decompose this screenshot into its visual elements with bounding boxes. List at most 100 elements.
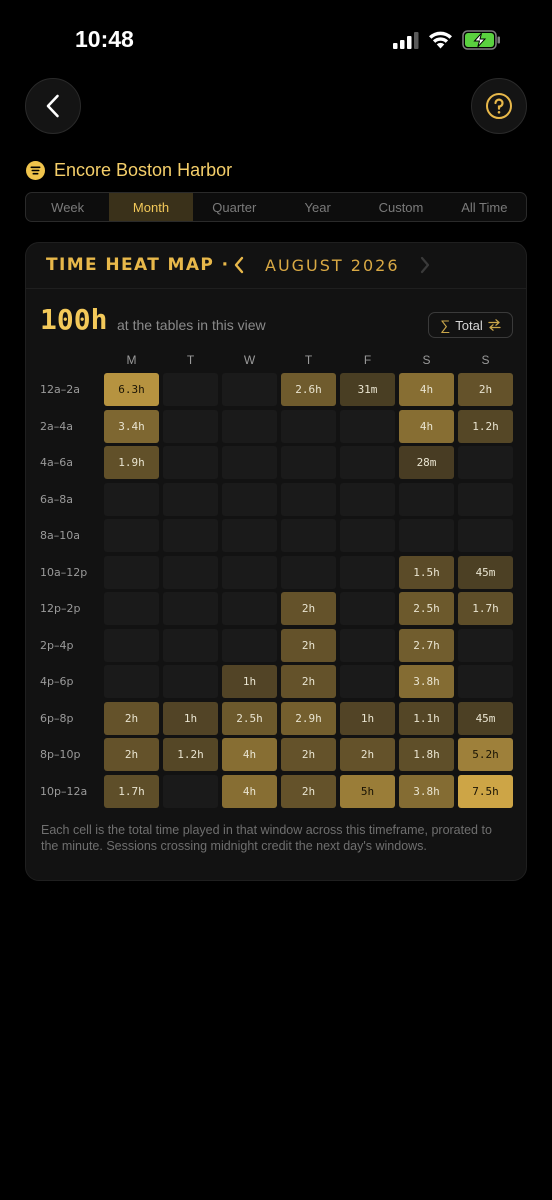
segment-month[interactable]: Month: [109, 193, 193, 221]
heatmap-cell[interactable]: [340, 409, 395, 443]
heatmap-cell[interactable]: [163, 519, 218, 552]
heatmap-cell[interactable]: [222, 373, 277, 406]
heatmap-cell[interactable]: 1.7h: [104, 774, 159, 808]
heatmap-cell[interactable]: [163, 774, 218, 808]
heatmap-cell[interactable]: [222, 446, 277, 479]
heatmap-cell[interactable]: [163, 446, 218, 479]
heatmap-cell[interactable]: [340, 592, 395, 625]
heatmap-cell[interactable]: [104, 482, 159, 516]
time-window-label: 6a–8a: [40, 492, 73, 506]
heatmap-cell[interactable]: [399, 482, 454, 516]
heatmap-cell[interactable]: [340, 555, 395, 589]
heatmap-cell[interactable]: [281, 409, 336, 443]
heatmap-cell[interactable]: 2h: [281, 665, 336, 698]
heatmap-cell[interactable]: 2.5h: [399, 592, 454, 625]
heatmap-cell[interactable]: 45m: [458, 701, 513, 735]
heatmap-cell[interactable]: 45m: [458, 555, 513, 589]
heatmap-cell[interactable]: 5.2h: [458, 738, 513, 771]
heatmap-cell[interactable]: 2h: [281, 628, 336, 662]
segment-year[interactable]: Year: [276, 193, 359, 221]
heatmap-cell[interactable]: [222, 519, 277, 552]
help-button[interactable]: [471, 78, 527, 134]
heatmap-cell[interactable]: 2h: [340, 738, 395, 771]
heatmap-cell[interactable]: [458, 446, 513, 479]
back-button[interactable]: [25, 78, 81, 134]
heatmap-cell[interactable]: 3.8h: [399, 665, 454, 698]
heatmap-cell[interactable]: [163, 409, 218, 443]
heatmap-cell[interactable]: 2h: [281, 738, 336, 771]
segment-quarter[interactable]: Quarter: [193, 193, 276, 221]
heatmap-cell[interactable]: 1h: [340, 701, 395, 735]
heatmap-cell[interactable]: [458, 519, 513, 552]
heatmap-cell[interactable]: 2h: [281, 774, 336, 808]
heatmap-cell[interactable]: [104, 519, 159, 552]
heatmap-cell[interactable]: 2.6h: [281, 373, 336, 406]
heatmap-cell[interactable]: [340, 628, 395, 662]
heatmap-cell[interactable]: [163, 555, 218, 589]
heatmap-cell[interactable]: 2h: [104, 738, 159, 771]
heatmap-cell[interactable]: 1.5h: [399, 555, 454, 589]
heatmap-cell[interactable]: [163, 665, 218, 698]
heatmap-cell[interactable]: 3.4h: [104, 409, 159, 443]
previous-month-button[interactable]: [232, 254, 246, 276]
heatmap-cell[interactable]: 1.8h: [399, 738, 454, 771]
heatmap-cell[interactable]: 4h: [399, 373, 454, 406]
heatmap-cell[interactable]: [163, 482, 218, 516]
segment-custom[interactable]: Custom: [359, 193, 442, 221]
heatmap-cell[interactable]: [281, 482, 336, 516]
heatmap-cell[interactable]: [222, 628, 277, 662]
heatmap-cell[interactable]: 4h: [399, 409, 454, 443]
heatmap-cell[interactable]: [104, 665, 159, 698]
heatmap-cell[interactable]: [458, 628, 513, 662]
heatmap-cell[interactable]: 2h: [281, 592, 336, 625]
heatmap-cell[interactable]: 2h: [104, 701, 159, 735]
heatmap-cell[interactable]: [222, 592, 277, 625]
segment-week[interactable]: Week: [26, 193, 109, 221]
next-month-button[interactable]: [418, 254, 432, 276]
heatmap-cell[interactable]: [163, 373, 218, 406]
heatmap-cell[interactable]: 1.9h: [104, 446, 159, 479]
total-toggle-button[interactable]: ∑ Total: [428, 312, 513, 338]
heatmap-cell[interactable]: [104, 592, 159, 625]
heatmap-cell[interactable]: [222, 482, 277, 516]
heatmap-cell[interactable]: 3.8h: [399, 774, 454, 808]
heatmap-cell[interactable]: 2.7h: [399, 628, 454, 662]
heatmap-cell[interactable]: 2h: [458, 373, 513, 406]
list-icon: [26, 161, 45, 180]
help-icon: [486, 93, 512, 119]
heatmap-cell[interactable]: [281, 446, 336, 479]
heatmap-cell[interactable]: [340, 665, 395, 698]
heatmap-cell[interactable]: 1h: [222, 665, 277, 698]
heatmap-cell[interactable]: 2.9h: [281, 701, 336, 735]
heatmap-cell[interactable]: [340, 519, 395, 552]
heatmap-cell[interactable]: 28m: [399, 446, 454, 479]
heatmap-cell[interactable]: [281, 555, 336, 589]
heatmap-cell[interactable]: [399, 519, 454, 552]
heatmap-cell[interactable]: 1.7h: [458, 592, 513, 625]
venue-selector[interactable]: Encore Boston Harbor: [26, 160, 232, 181]
heatmap-cell[interactable]: [163, 628, 218, 662]
heatmap-cell[interactable]: 1h: [163, 701, 218, 735]
heatmap-cell[interactable]: 1.1h: [399, 701, 454, 735]
heatmap-cell[interactable]: 6.3h: [104, 373, 159, 406]
heatmap-cell[interactable]: 2.5h: [222, 701, 277, 735]
heatmap-cell[interactable]: 31m: [340, 373, 395, 406]
heatmap-cell[interactable]: 1.2h: [458, 409, 513, 443]
heatmap-cell[interactable]: [222, 555, 277, 589]
heatmap-cell[interactable]: [340, 482, 395, 516]
heatmap-cell[interactable]: 7.5h: [458, 774, 513, 808]
heatmap-cell[interactable]: [458, 482, 513, 516]
heatmap-cell[interactable]: 4h: [222, 738, 277, 771]
heatmap-cell[interactable]: [458, 665, 513, 698]
segment-all-time[interactable]: All Time: [443, 193, 526, 221]
heatmap-cell[interactable]: [281, 519, 336, 552]
heatmap-cell[interactable]: [104, 555, 159, 589]
heatmap-cell[interactable]: 1.2h: [163, 738, 218, 771]
heatmap-cell[interactable]: 5h: [340, 774, 395, 808]
heatmap-cell[interactable]: [104, 628, 159, 662]
heatmap-cell[interactable]: 4h: [222, 774, 277, 808]
heatmap-cell[interactable]: [340, 446, 395, 479]
heatmap-row: 12a–2a 6.3h 2.6h 31m 4h 2h: [40, 373, 513, 406]
heatmap-cell[interactable]: [222, 409, 277, 443]
heatmap-cell[interactable]: [163, 592, 218, 625]
